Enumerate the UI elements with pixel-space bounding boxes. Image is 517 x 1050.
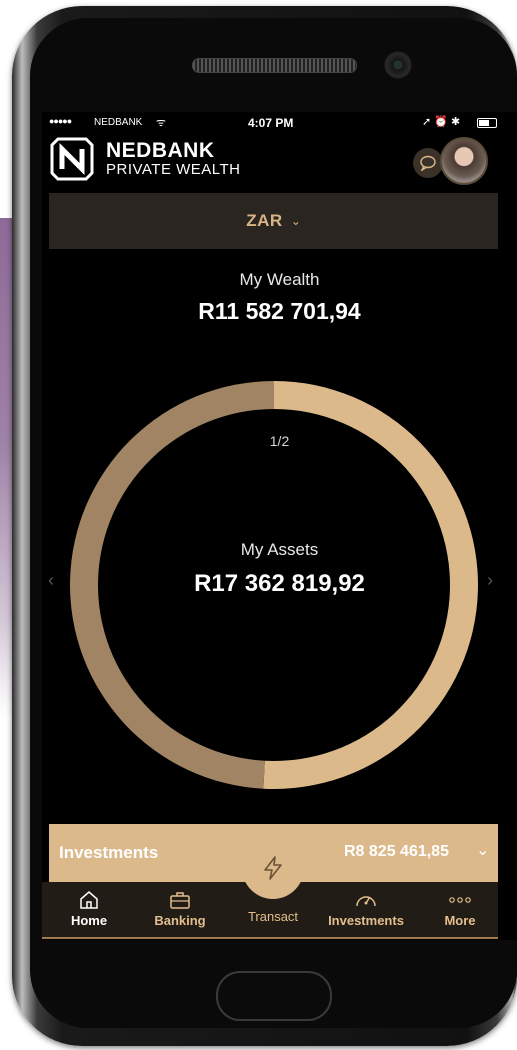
chevron-down-icon: ⌄	[476, 842, 490, 859]
page-indicator: 1/2	[269, 433, 290, 449]
investments-row-label: Investments	[59, 843, 159, 862]
tab-more-label: More	[444, 913, 476, 928]
chevron-left-icon[interactable]: ‹	[48, 570, 54, 591]
nedbank-logo-icon	[50, 137, 94, 181]
battery-icon	[477, 118, 497, 128]
transact-button[interactable]	[242, 837, 304, 899]
lightning-icon	[264, 856, 282, 880]
front-camera	[384, 51, 412, 79]
app-screen: ●●●●● NEDBANK ᯤ 4:07 PM ➚ ⏰ ✱ NEDBANK PR…	[42, 112, 517, 940]
tab-home-label: Home	[70, 913, 108, 928]
phone-speaker	[192, 58, 357, 73]
investments-row-value: R8 825 461,85	[344, 843, 449, 860]
brand-name: NEDBANK	[106, 139, 215, 162]
gauge-icon	[356, 896, 376, 907]
tab-home[interactable]: Home	[64, 882, 114, 937]
wealth-label: My Wealth	[239, 270, 320, 289]
currency-selector[interactable]: ZAR ⌄	[49, 193, 498, 249]
currency-label: ZAR	[246, 211, 283, 230]
tab-transact-label[interactable]: Transact	[232, 909, 314, 924]
tab-investments-label: Investments	[328, 913, 404, 928]
tab-banking-label: Banking	[154, 913, 206, 928]
home-icon	[80, 891, 98, 909]
status-icons: ➚ ⏰ ✱	[422, 116, 461, 128]
more-dots-icon	[449, 897, 471, 903]
status-bar: ●●●●● NEDBANK ᯤ 4:07 PM ➚ ⏰ ✱	[42, 112, 517, 134]
chevron-right-icon[interactable]: ›	[487, 570, 493, 591]
phone-home-button[interactable]	[216, 971, 332, 1021]
signal-icon: ●●●●●	[49, 116, 72, 126]
carrier-name: NEDBANK	[94, 117, 143, 128]
assets-value: R17 362 819,92	[194, 570, 365, 597]
wealth-value: R11 582 701,94	[198, 298, 361, 324]
assets-label: My Assets	[240, 540, 319, 559]
tab-banking[interactable]: Banking	[150, 882, 210, 937]
tab-more[interactable]: More	[435, 882, 485, 937]
chat-button[interactable]	[413, 148, 443, 178]
avatar[interactable]	[440, 137, 488, 185]
chat-icon	[420, 155, 436, 171]
brand-subtitle: PRIVATE WEALTH	[106, 161, 241, 178]
chevron-down-icon: ⌄	[290, 214, 301, 228]
briefcase-icon	[170, 892, 190, 909]
wifi-icon: ᯤ	[156, 117, 167, 129]
tab-investments[interactable]: Investments	[326, 882, 406, 937]
status-time: 4:07 PM	[248, 116, 294, 130]
